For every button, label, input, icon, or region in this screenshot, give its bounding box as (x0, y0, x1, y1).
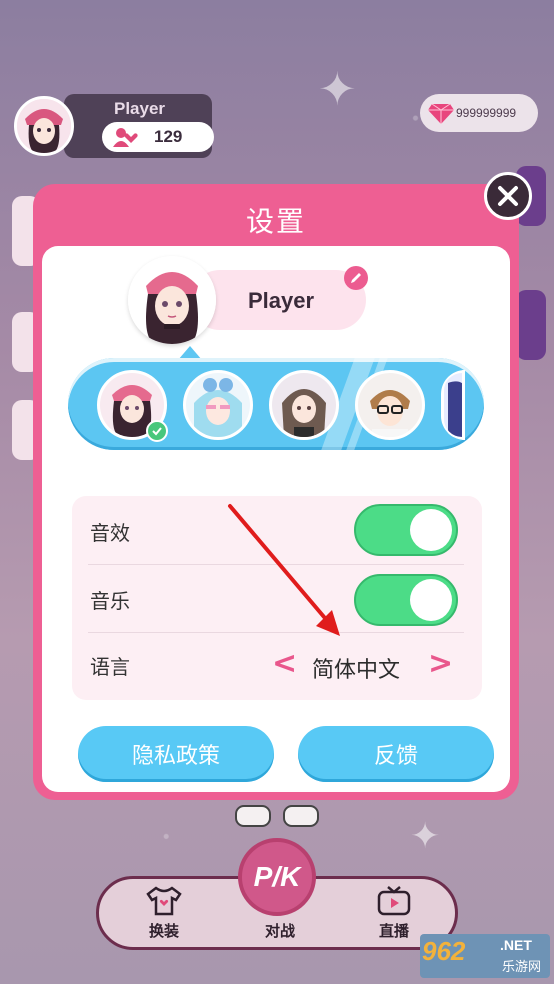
fans-icon (112, 126, 140, 148)
gem-count: 999999999 (456, 106, 517, 120)
privacy-policy-button[interactable]: 隐私政策 (78, 726, 274, 782)
player-name-pill: Player (190, 270, 366, 330)
player-name: Player (114, 99, 166, 118)
avatar-option-4[interactable] (355, 370, 425, 440)
selected-check-icon (146, 420, 168, 442)
watermark-number: 962 (422, 936, 466, 966)
language-prev-button[interactable]: < (272, 646, 297, 681)
nav-dress-label: 换装 (148, 922, 179, 940)
avatar-option-3[interactable] (269, 370, 339, 440)
edit-name-button[interactable] (344, 266, 368, 290)
sound-label: 音效 (90, 521, 130, 545)
tv-icon (377, 886, 411, 916)
feedback-button[interactable]: 反馈 (298, 726, 494, 782)
sparkle-icon: ✦ (318, 62, 357, 116)
music-toggle[interactable] (354, 574, 458, 626)
toggle-knob (410, 509, 452, 551)
sound-toggle[interactable] (354, 504, 458, 556)
shirt-icon (146, 886, 182, 916)
sparkle-icon: ✦ (410, 816, 441, 857)
pk-button[interactable]: P/K (238, 838, 316, 916)
close-icon (498, 186, 518, 206)
close-button[interactable] (484, 172, 532, 220)
toggle-knob (410, 579, 452, 621)
player-hud[interactable]: Player 129 (14, 94, 214, 158)
pencil-icon (351, 273, 361, 283)
language-next-button[interactable]: > (428, 646, 453, 681)
avatar-option-2[interactable] (183, 370, 253, 440)
music-label: 音乐 (90, 589, 130, 613)
row-divider (88, 564, 464, 565)
side-menu-stub (516, 290, 546, 360)
settings-player-name: Player (248, 288, 315, 313)
nav-live-label: 直播 (378, 922, 409, 940)
gem-icon (428, 103, 454, 124)
character-shoes (235, 805, 319, 827)
gem-counter[interactable]: 999999999 (420, 94, 538, 132)
nav-dress[interactable]: 换装 (129, 879, 199, 949)
likes-count: 129 (154, 127, 183, 146)
avatar-option-5-partial[interactable] (441, 370, 465, 440)
row-divider (88, 632, 464, 633)
modal-title: 设置 (245, 205, 306, 238)
site-watermark: 962 .NET 乐游网 (416, 934, 550, 978)
current-avatar (128, 256, 216, 344)
language-label: 语言 (90, 655, 130, 679)
watermark-subtitle: 乐游网 (502, 960, 542, 975)
likes-counter: 129 (102, 122, 214, 152)
watermark-net: .NET (500, 937, 532, 953)
nav-battle-label: 对战 (264, 922, 295, 940)
player-avatar[interactable] (14, 96, 74, 156)
language-value: 简体中文 (312, 658, 401, 683)
